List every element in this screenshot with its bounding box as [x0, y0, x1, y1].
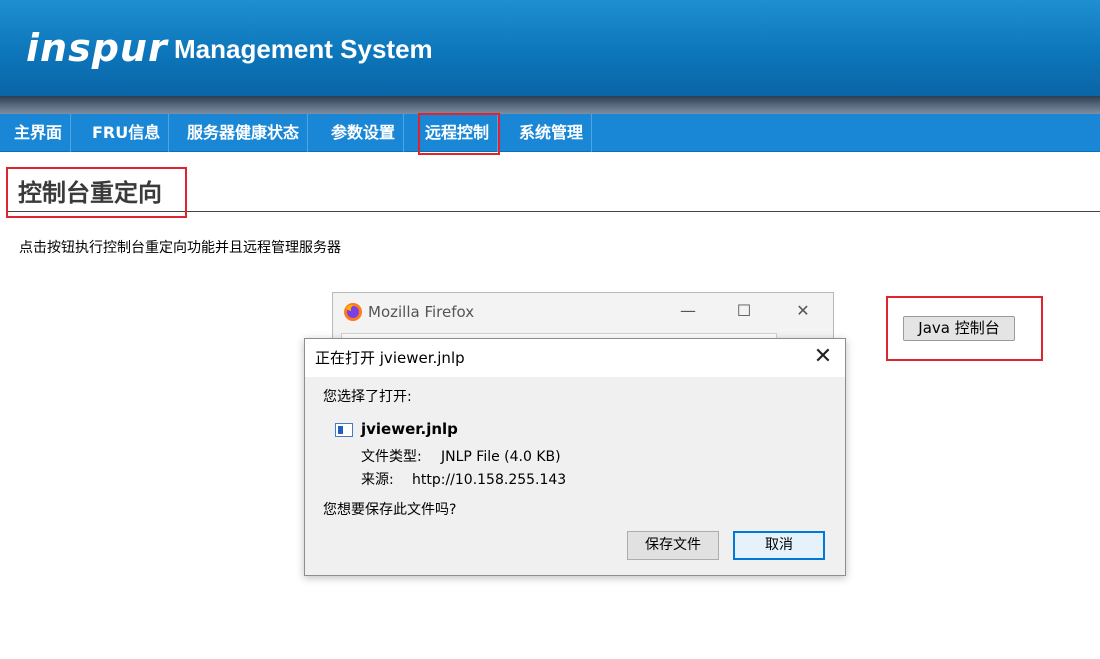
firefox-icon: [344, 303, 362, 321]
save-file-button[interactable]: 保存文件: [627, 531, 719, 560]
dialog-titlebar: 正在打开 jviewer.jnlp ✕: [305, 339, 845, 377]
dialog-file-name: jviewer.jnlp: [361, 420, 458, 438]
page-title: 控制台重定向: [18, 179, 162, 207]
open-file-dialog: 正在打开 jviewer.jnlp ✕ 您选择了打开: jviewer.jnlp…: [304, 338, 846, 576]
main-nav-bar: 主界面 FRU信息 服务器健康状态 参数设置 远程控制 系统管理: [0, 114, 1100, 152]
source-label: 来源:: [361, 472, 394, 488]
cancel-button[interactable]: 取消: [733, 531, 825, 560]
inspur-logo: inspur: [26, 26, 168, 70]
nav-item-system-management[interactable]: 系统管理: [511, 114, 593, 152]
nav-item-remote-control[interactable]: 远程控制: [417, 114, 499, 152]
java-console-button[interactable]: Java 控制台: [903, 316, 1015, 341]
dialog-intro-text: 您选择了打开:: [323, 389, 412, 405]
title-divider: [6, 211, 1100, 212]
file-type-label: 文件类型:: [361, 449, 422, 465]
close-icon[interactable]: ✕: [788, 299, 818, 323]
source-value: http://10.158.255.143: [412, 472, 567, 488]
header-divider-strip: [0, 96, 1100, 114]
app-header: inspur Management System: [0, 0, 1100, 96]
maximize-icon[interactable]: ☐: [729, 299, 759, 323]
nav-item-server-health[interactable]: 服务器健康状态: [179, 114, 309, 152]
nav-item-fru-info[interactable]: FRU信息: [84, 114, 170, 152]
nav-item-home[interactable]: 主界面: [6, 114, 72, 152]
firefox-window-title: Mozilla Firefox: [368, 303, 475, 321]
nav-item-settings[interactable]: 参数设置: [323, 114, 405, 152]
dialog-question: 您想要保存此文件吗?: [323, 502, 457, 518]
file-type-value: JNLP File (4.0 KB): [441, 449, 561, 465]
page-description: 点击按钮执行控制台重定向功能并且远程管理服务器: [19, 240, 341, 256]
dialog-close-icon[interactable]: ✕: [811, 345, 835, 369]
system-title: Management System: [174, 34, 433, 64]
jnlp-file-icon: [335, 423, 353, 437]
dialog-title: 正在打开 jviewer.jnlp: [315, 349, 465, 367]
minimize-icon[interactable]: —: [673, 299, 703, 323]
